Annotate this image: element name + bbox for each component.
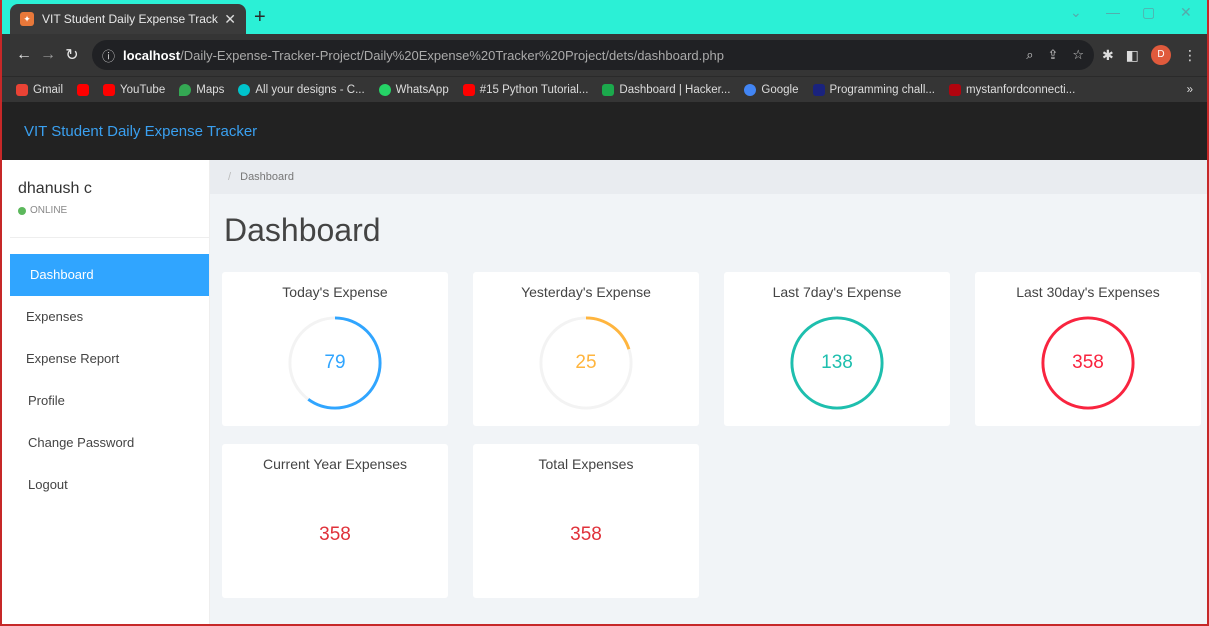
- card-title: Last 7day's Expense: [772, 284, 902, 300]
- card-value: 358: [319, 524, 351, 545]
- forward-icon[interactable]: →: [36, 46, 60, 64]
- gmail-icon: [16, 83, 28, 96]
- card-last-7days-expense: Last 7day's Expense 138: [724, 272, 950, 426]
- back-icon[interactable]: ←: [12, 46, 36, 64]
- card-last-30days-expenses: Last 30day's Expenses 358: [975, 272, 1201, 426]
- breadcrumb-current: Dashboard: [240, 171, 294, 183]
- side-panel-icon[interactable]: ◧: [1126, 47, 1139, 64]
- bookmark-star-icon[interactable]: ☆: [1072, 47, 1084, 63]
- breadcrumb-separator: /: [228, 171, 232, 183]
- bookmark-whatsapp[interactable]: WhatsApp: [378, 83, 449, 96]
- browser-window: ✦ VIT Student Daily Expense Tracke ✕ + ⌄…: [0, 0, 1209, 626]
- tab-strip: ✦ VIT Student Daily Expense Tracke ✕ + ⌄…: [2, 0, 1207, 34]
- bookmark-hackerrank[interactable]: Dashboard | Hacker...: [602, 83, 730, 96]
- card-title: Total Expenses: [538, 456, 634, 472]
- sidebar-item-profile[interactable]: Profile: [10, 380, 209, 422]
- sidebar-menu: Dashboard Expenses Expense Report Profil…: [10, 254, 209, 506]
- breadcrumb: / Dashboard: [210, 160, 1207, 194]
- bookmark-python-tutorial[interactable]: #15 Python Tutorial...: [462, 83, 588, 96]
- minimize-icon[interactable]: —: [1106, 4, 1120, 20]
- tab-search-icon[interactable]: ⌄: [1070, 4, 1082, 21]
- google-icon: [744, 83, 757, 96]
- bookmark-programming[interactable]: Programming chall...: [812, 83, 935, 96]
- stanford-icon: [948, 83, 961, 96]
- menu-kebab-icon[interactable]: ⋮: [1183, 47, 1197, 64]
- sidebar-item-change-password[interactable]: Change Password: [10, 422, 209, 464]
- programming-icon: [812, 83, 825, 96]
- bookmark-gmail[interactable]: Gmail: [16, 83, 63, 96]
- card-today-expense: Today's Expense 79: [222, 272, 448, 426]
- card-value: 25: [575, 352, 597, 373]
- card-value: 358: [570, 524, 602, 545]
- card-title: Current Year Expenses: [263, 456, 407, 472]
- whatsapp-icon: [378, 83, 391, 96]
- address-bar[interactable]: ⓘ localhost /Daily-Expense-Tracker-Proje…: [92, 40, 1095, 70]
- close-window-icon[interactable]: ✕: [1180, 4, 1192, 21]
- app-brand[interactable]: VIT Student Daily Expense Tracker: [24, 123, 257, 140]
- canva-icon: [238, 83, 251, 96]
- card-value: 79: [324, 352, 346, 373]
- url-host: localhost: [123, 47, 181, 63]
- zoom-icon[interactable]: ⌕: [1026, 47, 1033, 63]
- sidebar-item-expense-report[interactable]: Expense Report: [10, 338, 209, 380]
- card-current-year-expenses: Current Year Expenses 358: [222, 444, 448, 598]
- bookmarks-bar: Gmail YouTube Maps All your designs - C.…: [2, 76, 1207, 102]
- bookmark-canva[interactable]: All your designs - C...: [238, 83, 365, 96]
- card-title: Last 30day's Expenses: [1016, 284, 1160, 300]
- card-value: 138: [821, 352, 853, 373]
- card-title: Yesterday's Expense: [521, 284, 651, 300]
- browser-toolbar: ← → ↻ ⓘ localhost /Daily-Expense-Tracker…: [2, 34, 1207, 76]
- user-panel: dhanush c ONLINE: [10, 160, 209, 238]
- share-icon[interactable]: ⇪: [1047, 47, 1058, 63]
- close-tab-icon[interactable]: ✕: [224, 11, 236, 28]
- app-favicon-icon: ✦: [20, 12, 34, 26]
- maps-icon: [179, 83, 192, 96]
- reload-icon[interactable]: ↻: [60, 45, 84, 65]
- new-tab-icon[interactable]: +: [254, 6, 266, 29]
- sidebar: dhanush c ONLINE Dashboard Expenses Expe…: [10, 160, 210, 624]
- main-content: / Dashboard Dashboard Today's Expense 79…: [210, 160, 1207, 624]
- bookmark-youtube-icon-only[interactable]: [77, 83, 90, 96]
- bookmark-youtube[interactable]: YouTube: [103, 83, 165, 96]
- sidebar-item-logout[interactable]: Logout: [10, 464, 209, 506]
- youtube-icon: [462, 83, 475, 96]
- profile-avatar[interactable]: D: [1151, 45, 1171, 65]
- app-header: VIT Student Daily Expense Tracker: [2, 102, 1207, 160]
- youtube-icon: [103, 83, 116, 96]
- card-title: Today's Expense: [282, 284, 388, 300]
- bookmark-google[interactable]: Google: [744, 83, 799, 96]
- browser-tab[interactable]: ✦ VIT Student Daily Expense Tracke ✕: [10, 4, 246, 34]
- sidebar-item-dashboard[interactable]: Dashboard: [10, 254, 209, 296]
- online-status-icon: [18, 206, 26, 215]
- page-title: Dashboard: [224, 212, 381, 248]
- bookmark-stanford[interactable]: mystanfordconnecti...: [948, 83, 1075, 96]
- bookmarks-overflow-icon[interactable]: »: [1187, 84, 1193, 96]
- site-info-icon[interactable]: ⓘ: [102, 46, 115, 65]
- youtube-icon: [77, 83, 90, 96]
- card-yesterday-expense: Yesterday's Expense 25: [473, 272, 699, 426]
- user-name: dhanush c: [18, 180, 92, 197]
- tab-title: VIT Student Daily Expense Tracke: [42, 12, 219, 26]
- url-path: /Daily-Expense-Tracker-Project/Daily%20E…: [180, 47, 724, 63]
- maximize-icon[interactable]: ▢: [1142, 4, 1155, 21]
- hackerrank-icon: [602, 83, 615, 96]
- sidebar-item-expenses[interactable]: Expenses: [10, 296, 209, 338]
- card-value: 358: [1072, 352, 1104, 373]
- bookmark-maps[interactable]: Maps: [179, 83, 224, 96]
- user-status: ONLINE: [18, 205, 201, 216]
- card-total-expenses: Total Expenses 358: [473, 444, 699, 598]
- extensions-icon[interactable]: ✱: [1102, 47, 1114, 64]
